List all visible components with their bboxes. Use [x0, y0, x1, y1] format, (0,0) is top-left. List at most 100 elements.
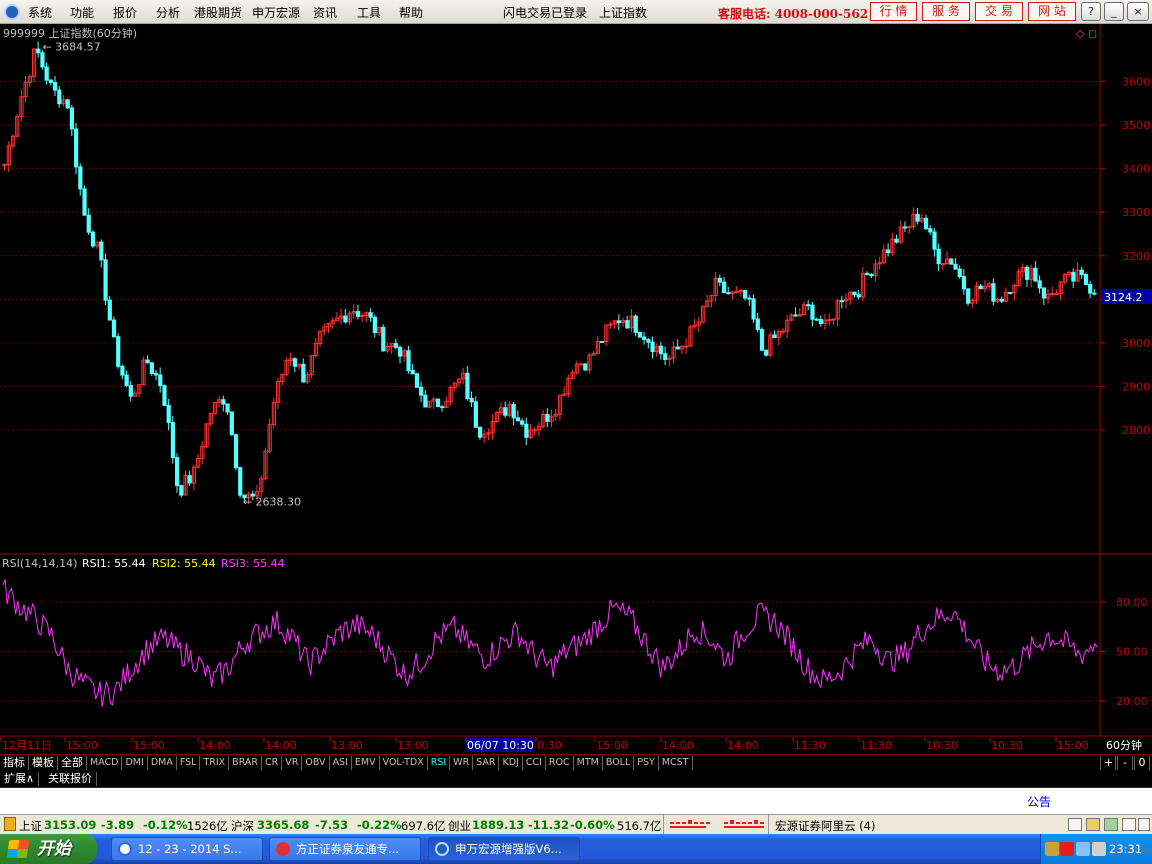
candle-body[interactable]	[360, 315, 365, 318]
candle-body[interactable]	[511, 404, 516, 419]
indicator-tab-mcst[interactable]: MCST	[659, 756, 693, 770]
candle-body[interactable]	[999, 298, 1004, 302]
candle-body[interactable]	[149, 362, 154, 374]
candle-body[interactable]	[852, 291, 857, 296]
candle-body[interactable]	[221, 399, 226, 405]
candle-body[interactable]	[658, 345, 664, 355]
candle-body[interactable]	[398, 346, 403, 357]
candle-body[interactable]	[225, 403, 230, 413]
tray-volume-icon[interactable]	[1092, 842, 1106, 856]
candle-body[interactable]	[1088, 283, 1093, 294]
candle-body[interactable]	[2, 163, 7, 166]
candle-body[interactable]	[764, 349, 769, 356]
candle-body[interactable]	[503, 407, 508, 416]
candle-body[interactable]	[928, 228, 933, 233]
candle-body[interactable]	[684, 345, 689, 348]
candle-body[interactable]	[233, 434, 239, 469]
candle-body[interactable]	[162, 385, 167, 406]
candle-body[interactable]	[818, 318, 823, 325]
app-logo-icon[interactable]	[4, 4, 20, 20]
candle-body[interactable]	[902, 226, 908, 229]
candle-body[interactable]	[991, 283, 996, 302]
start-button[interactable]: 开始	[0, 834, 97, 864]
candle-body[interactable]	[107, 299, 112, 321]
candle-body[interactable]	[52, 81, 58, 91]
candle-body[interactable]	[966, 288, 971, 304]
reset-button[interactable]: 0	[1134, 756, 1150, 770]
settings-icon[interactable]	[1138, 818, 1150, 831]
candle-body[interactable]	[865, 273, 870, 276]
candle-body[interactable]	[1024, 266, 1030, 280]
expand-toggle[interactable]: 扩展∧	[0, 772, 40, 786]
indicator-tab-macd[interactable]: MACD	[87, 756, 123, 770]
candle-body[interactable]	[886, 249, 891, 254]
candle-body[interactable]	[355, 311, 361, 317]
notice-label[interactable]: 公告	[1027, 793, 1051, 810]
candle-body[interactable]	[1054, 293, 1059, 296]
indicator-tab-psy[interactable]: PSY	[634, 756, 659, 770]
indicator-tab-kdj[interactable]: KDJ	[499, 756, 523, 770]
candle-body[interactable]	[419, 386, 424, 396]
candle-body[interactable]	[633, 315, 638, 333]
candle-body[interactable]	[793, 314, 798, 317]
indicator-tab-指标[interactable]: 指标	[0, 756, 29, 770]
candle-body[interactable]	[145, 359, 150, 364]
candle-body[interactable]	[515, 417, 521, 422]
candle-body[interactable]	[646, 339, 651, 343]
tray-network-icon[interactable]	[1076, 842, 1090, 856]
candle-body[interactable]	[128, 385, 133, 397]
candle-body[interactable]	[663, 353, 668, 360]
candle-body[interactable]	[583, 363, 588, 371]
service-button[interactable]: 服 务	[922, 2, 970, 21]
broker-server[interactable]: 宏源证券阿里云 (4)	[775, 818, 875, 834]
candle-body[interactable]	[48, 79, 53, 83]
candle-body[interactable]	[440, 406, 445, 409]
candle-body[interactable]	[642, 336, 647, 341]
candle-body[interactable]	[153, 372, 159, 376]
candle-body[interactable]	[414, 373, 420, 388]
candle-body[interactable]	[381, 326, 386, 352]
candle-body[interactable]	[372, 316, 377, 333]
candle-body[interactable]	[40, 52, 45, 68]
candle-body[interactable]	[1050, 293, 1055, 296]
menu-item-analysis[interactable]: 分析	[156, 4, 180, 21]
candle-body[interactable]	[1041, 287, 1047, 299]
menu-item-tools[interactable]: 工具	[357, 4, 381, 21]
indicator-tab-wr[interactable]: WR	[450, 756, 474, 770]
candle-body[interactable]	[625, 320, 630, 329]
candle-body[interactable]	[747, 297, 752, 300]
candle-body[interactable]	[301, 363, 306, 383]
candle-body[interactable]	[831, 318, 836, 321]
related-quotes-tab[interactable]: 关联报价	[44, 772, 97, 786]
candle-body[interactable]	[1071, 271, 1076, 282]
indicator-tab-全部[interactable]: 全部	[58, 756, 87, 770]
chart-area[interactable]: 280029003000310032003300340035003600 999…	[0, 24, 1152, 754]
candle-body[interactable]	[856, 294, 861, 298]
candle-body[interactable]	[423, 394, 428, 408]
candle-body[interactable]	[545, 414, 550, 422]
help-icon[interactable]: ?	[1081, 2, 1101, 21]
candle-body[interactable]	[637, 331, 643, 338]
candle-body[interactable]	[734, 291, 739, 294]
candle-body[interactable]	[343, 315, 348, 323]
candle-body[interactable]	[915, 213, 920, 222]
taskbar-item-ie[interactable]: 12 - 23 - 2014 S...	[111, 837, 263, 861]
candle-body[interactable]	[74, 128, 79, 168]
candle-body[interactable]	[103, 259, 108, 301]
candle-body[interactable]	[1092, 292, 1097, 295]
indicator-tab-vol-tdx[interactable]: VOL-TDX	[380, 756, 428, 770]
candle-body[interactable]	[229, 411, 234, 436]
candle-body[interactable]	[124, 374, 129, 387]
chart-option-icon[interactable]: ◇	[1076, 27, 1085, 40]
candle-body[interactable]	[175, 457, 180, 487]
period-label[interactable]: 60分钟	[1106, 738, 1142, 752]
candle-body[interactable]	[978, 285, 983, 290]
menu-item-hk-futures[interactable]: 港股期货	[194, 4, 242, 21]
indicator-tab-sar[interactable]: SAR	[473, 756, 500, 770]
candle-body[interactable]	[759, 329, 765, 351]
lock-status-icon[interactable]	[1086, 818, 1100, 831]
candle-body[interactable]	[158, 374, 163, 387]
candle-body[interactable]	[473, 401, 478, 428]
candle-body[interactable]	[465, 372, 470, 399]
candle-body[interactable]	[608, 323, 613, 326]
